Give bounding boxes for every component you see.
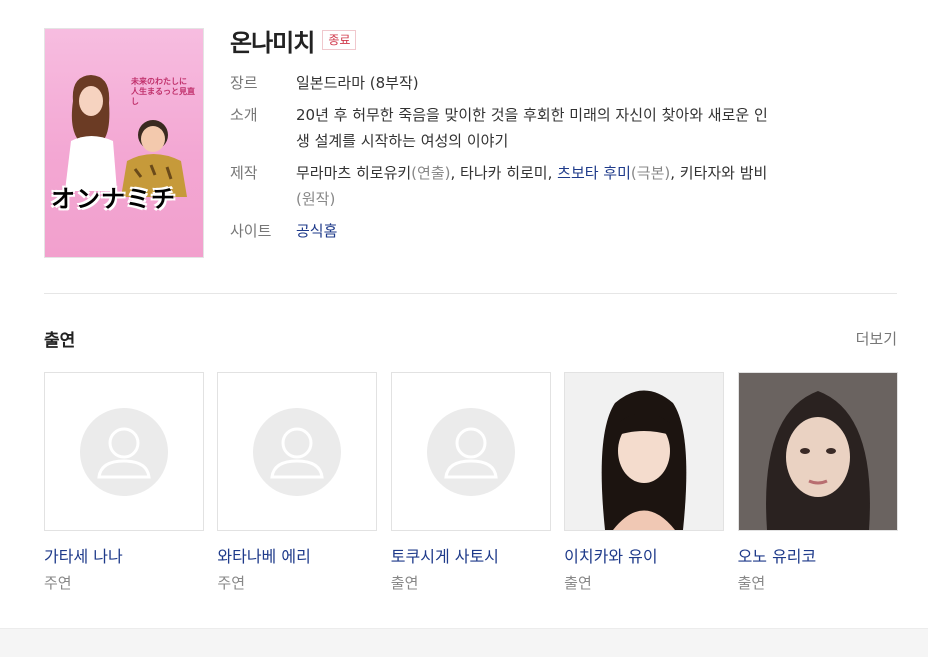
cast-name[interactable]: 토쿠시게 사토시 — [391, 543, 551, 567]
cast-photo[interactable] — [217, 372, 378, 531]
cast-photo[interactable] — [44, 372, 204, 531]
portrait-photo — [565, 373, 724, 530]
cast-role: 주연 — [217, 574, 245, 592]
status-badge: 종료 — [322, 30, 357, 50]
intro-row: 소개 20년 후 허무한 죽음을 맞이한 것을 후회한 미래의 자신이 찾아와 … — [230, 102, 870, 154]
title-row: 온나미치 종료 — [230, 22, 357, 58]
cast-name[interactable]: 오노 유리코 — [738, 543, 898, 567]
cast-photo[interactable] — [390, 372, 551, 531]
cast-list: 가타세 나나 주연 와타나베 에리 주연 토쿠시게 사토시 출연 이치카와 유이… — [44, 372, 911, 593]
genre-label: 장르 — [230, 74, 258, 92]
placeholder-avatar-icon — [426, 407, 515, 496]
section-divider — [44, 293, 897, 294]
cast-role: 주연 — [44, 574, 72, 592]
cast-name[interactable]: 가타세 나나 — [44, 543, 204, 567]
page-title: 온나미치 — [230, 28, 315, 57]
cast-card[interactable]: 토쿠시게 사토시 출연 — [390, 372, 551, 593]
cast-role: 출연 — [390, 574, 419, 592]
portrait-photo — [738, 373, 897, 530]
genre-row: 장르 일본드라마 (8부작) — [230, 70, 870, 96]
production-writer-link[interactable]: 츠보타 후미 — [557, 164, 631, 182]
cast-header: 출연 더보기 — [44, 326, 897, 351]
cast-role: 출연 — [564, 574, 592, 592]
production-label: 제작 — [230, 164, 258, 182]
intro-label: 소개 — [230, 106, 258, 124]
placeholder-avatar-icon — [80, 407, 168, 496]
poster-logo: オンナミチ — [51, 185, 176, 213]
cast-card[interactable]: 와타나베 에리 주연 — [217, 372, 378, 593]
site-label: 사이트 — [230, 222, 272, 240]
footer-band — [0, 628, 928, 657]
cast-card[interactable]: 가타세 나나 주연 — [44, 372, 204, 593]
drama-info: 장르 일본드라마 (8부작) 소개 20년 후 허무한 죽음을 맞이한 것을 후… — [230, 70, 870, 250]
poster-tagline: 未来のわたしに 人生まるっと見直し — [131, 77, 195, 106]
cast-card[interactable]: 오노 유리코 출연 — [737, 372, 898, 593]
genre-value: 일본드라마 (8부작) — [296, 74, 419, 92]
cast-name[interactable]: 이치카와 유이 — [564, 543, 724, 567]
cast-photo[interactable] — [737, 372, 898, 531]
production-director: 무라마츠 히로유키 — [296, 164, 412, 182]
cast-role: 출연 — [737, 574, 766, 592]
poster-woman-figure — [65, 75, 117, 191]
cast-card[interactable]: 이치카와 유이 출연 — [564, 372, 725, 593]
cast-photo[interactable] — [564, 372, 725, 531]
intro-value: 20년 후 허무한 죽음을 맞이한 것을 후회한 미래의 자신이 찾아와 새로운… — [296, 106, 768, 150]
more-link[interactable]: 더보기 — [856, 328, 897, 349]
official-site-link[interactable]: 공식홈 — [296, 218, 337, 244]
production-row: 제작 무라마츠 히로유키(연출), 타나카 히로미, 츠보타 후미(극본), 키… — [230, 160, 870, 212]
cast-name[interactable]: 와타나베 에리 — [217, 543, 377, 567]
placeholder-avatar-icon — [253, 407, 342, 496]
drama-poster[interactable]: 未来のわたしに 人生まるっと見直し オンナミチ — [44, 28, 204, 258]
production-value: 무라마츠 히로유키(연출), 타나카 히로미, 츠보타 후미(극본), 키타자와… — [296, 164, 768, 208]
site-row: 사이트 공식홈 — [230, 218, 870, 244]
cast-title: 출연 — [44, 331, 76, 351]
